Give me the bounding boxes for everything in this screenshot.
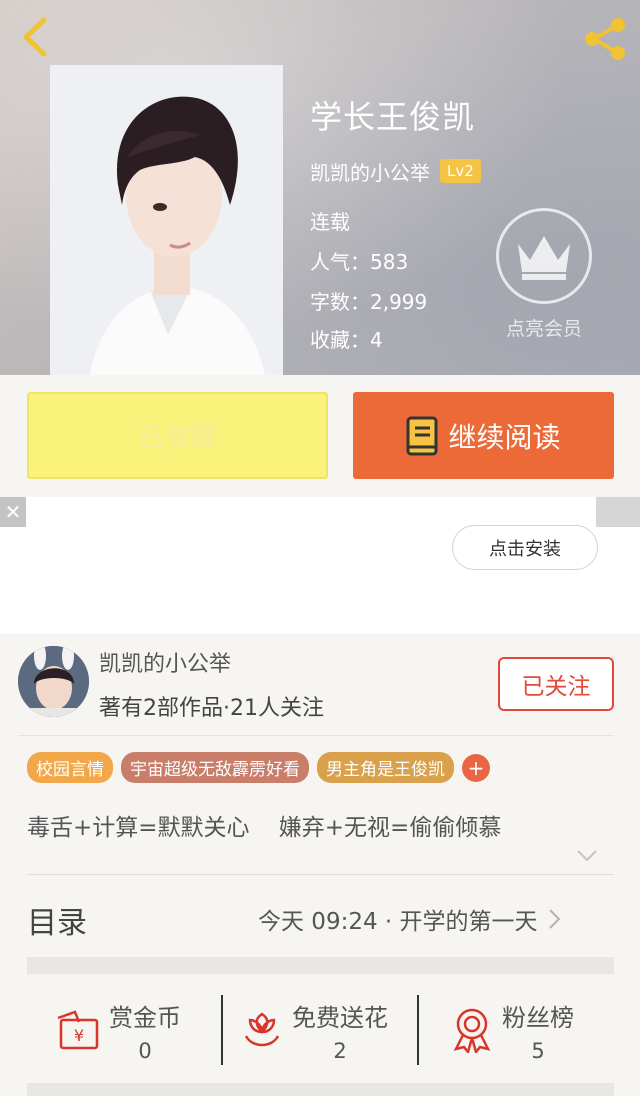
author-card-stats: 著有2部作品·21人关注	[99, 696, 324, 721]
fan-ranking-value: 5	[531, 1038, 545, 1063]
vip-circle	[496, 208, 592, 304]
collected-label: 已收藏	[138, 423, 217, 453]
stat-divider	[221, 995, 223, 1065]
ad-banner: ✕ 点击安装	[0, 497, 640, 634]
book-cover[interactable]	[50, 65, 283, 375]
add-tag-button[interactable]: +	[462, 753, 490, 782]
divider	[27, 874, 614, 875]
latest-chapter[interactable]: 今天 09:24 · 开学的第一天	[258, 902, 562, 936]
continue-reading-label: 继续阅读	[448, 420, 561, 454]
avatar-image	[18, 646, 89, 717]
cover-portrait-image	[50, 65, 283, 375]
install-button[interactable]: 点击安装	[452, 525, 598, 570]
follow-label: 已关注	[521, 674, 591, 700]
book-description: 毒舌+计算=默默关心 嫌弃+无视=偷偷倾慕	[27, 815, 502, 841]
close-icon: ✕	[4, 500, 22, 524]
avatar[interactable]	[18, 646, 89, 717]
popularity-count: 人气：583	[310, 250, 409, 274]
author-card-name[interactable]: 凯凯的小公举	[99, 646, 231, 678]
stat-divider	[417, 995, 419, 1065]
tag-campus-romance[interactable]: 校园言情	[27, 752, 113, 783]
tag-super-good[interactable]: 宇宙超级无敌霹雳好看	[121, 752, 309, 783]
author-row: 凯凯的小公举 Lv2	[310, 156, 481, 186]
chevron-left-icon	[23, 17, 47, 57]
fan-ranking-label: 粉丝榜	[502, 1003, 574, 1032]
section-separator	[27, 957, 614, 974]
follow-button[interactable]: 已关注	[498, 657, 614, 711]
latest-chapter-text: 今天 09:24 · 开学的第一天	[258, 909, 538, 935]
svg-text:¥: ¥	[74, 1026, 84, 1045]
book-icon	[406, 416, 438, 455]
tag-male-lead[interactable]: 男主角是王俊凯	[317, 752, 454, 783]
free-flowers-button[interactable]: 免费送花 2	[242, 995, 388, 1065]
book-title: 学长王俊凯	[310, 98, 476, 136]
free-flowers-value: 2	[333, 1038, 347, 1063]
continue-reading-button[interactable]: 继续阅读	[353, 392, 614, 479]
chevron-right-icon	[548, 909, 560, 929]
free-flowers-label: 免费送花	[292, 1003, 388, 1032]
share-icon	[585, 18, 625, 60]
favorites-count: 收藏：4	[310, 328, 383, 352]
coin-envelope-icon: ¥	[57, 1010, 99, 1050]
divider	[18, 735, 614, 736]
ad-corner	[596, 497, 640, 527]
crown-icon	[518, 236, 570, 280]
word-count: 字数：2,999	[310, 290, 428, 314]
level-badge: Lv2	[440, 159, 481, 183]
reward-coins-label: 赏金币	[109, 1003, 181, 1032]
expand-description-button[interactable]	[576, 848, 598, 864]
flower-icon	[244, 1012, 280, 1047]
tag-list: 校园言情 宇宙超级无敌霹雳好看 男主角是王俊凯 +	[27, 752, 490, 783]
author-name[interactable]: 凯凯的小公举	[310, 157, 430, 186]
collected-button[interactable]: 已收藏	[27, 392, 328, 479]
ad-close-button[interactable]: ✕	[0, 497, 26, 527]
fan-ranking-button[interactable]: 粉丝榜 5	[450, 995, 574, 1065]
book-header: 学长王俊凯 凯凯的小公举 Lv2 连载 人气：583 字数：2,999 收藏：4…	[0, 0, 640, 375]
install-label: 点击安装	[489, 538, 561, 560]
vip-button[interactable]: 点亮会员	[494, 208, 594, 348]
reward-coins-button[interactable]: ¥ 赏金币 0	[55, 995, 181, 1065]
reward-coins-value: 0	[138, 1038, 152, 1063]
share-button[interactable]	[580, 14, 630, 64]
toc-label: 目录	[27, 906, 87, 941]
section-separator	[27, 1083, 614, 1096]
chevron-down-icon	[577, 850, 597, 862]
vip-label: 点亮会员	[505, 318, 582, 340]
back-button[interactable]	[16, 14, 56, 60]
serial-status: 连载	[310, 210, 350, 234]
ribbon-medal-icon	[453, 1008, 491, 1053]
